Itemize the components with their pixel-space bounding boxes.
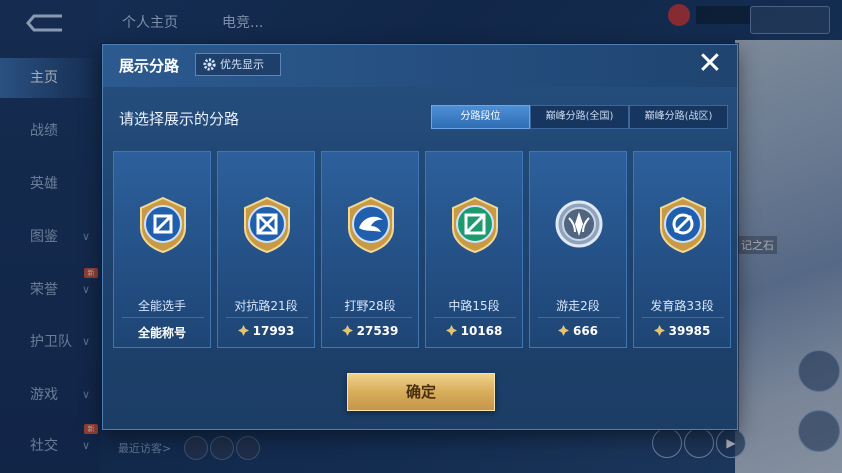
- divider: [642, 317, 724, 318]
- priority-display-button[interactable]: 优先显示: [195, 53, 281, 76]
- lane-name: 发育路33段: [650, 299, 714, 313]
- lane-score: 666: [530, 324, 626, 338]
- gear-icon: [202, 57, 217, 72]
- rank-points-icon: [445, 325, 457, 336]
- lane-card-roam[interactable]: 游走2段 666: [529, 151, 627, 348]
- dialog-header: 展示分路 优先显示 ✕: [103, 45, 737, 87]
- lane-score: 全能称号: [137, 326, 186, 340]
- lane-card-mid[interactable]: 中路15段 10168: [425, 151, 523, 348]
- divider: [538, 317, 620, 318]
- divider: [122, 317, 204, 318]
- tab-peak-region[interactable]: 巅峰分路(战区): [629, 105, 728, 129]
- lane-display-dialog: 展示分路 优先显示 ✕ 请选择展示的分路 分路段位 巅峰分路(全国) 巅峰分路(…: [102, 44, 738, 430]
- lane-score: 17993: [218, 324, 314, 338]
- lane-name: 对抗路21段: [234, 299, 298, 313]
- rank-points-icon: [341, 325, 353, 336]
- divider: [434, 317, 516, 318]
- lane-name: 中路15段: [448, 299, 500, 313]
- lane-card-clash[interactable]: 对抗路21段 17993: [217, 151, 315, 348]
- lane-card-all-round[interactable]: 全能选手 全能称号: [113, 151, 211, 348]
- dialog-title: 展示分路: [119, 57, 180, 75]
- tab-peak-national[interactable]: 巅峰分路(全国): [530, 105, 629, 129]
- all-round-emblem-icon: [133, 194, 193, 254]
- close-icon[interactable]: ✕: [695, 49, 725, 79]
- lane-score: 39985: [634, 324, 730, 338]
- lane-name: 游走2段: [556, 299, 600, 313]
- roam-emblem-icon: [549, 194, 609, 254]
- rank-points-icon: [557, 325, 569, 336]
- farm-lane-emblem-icon: [653, 194, 713, 254]
- dialog-subtitle: 请选择展示的分路: [119, 110, 240, 128]
- clash-lane-emblem-icon: [237, 194, 297, 254]
- priority-display-label: 优先显示: [220, 58, 264, 71]
- lane-card-jungle[interactable]: 打野28段 27539: [321, 151, 419, 348]
- lane-name: 打野28段: [344, 299, 396, 313]
- lane-name: 全能选手: [137, 299, 186, 313]
- tab-lane-rank[interactable]: 分路段位: [431, 105, 530, 129]
- mid-lane-emblem-icon: [445, 194, 505, 254]
- jungle-emblem-icon: [341, 194, 401, 254]
- divider: [330, 317, 412, 318]
- divider: [226, 317, 308, 318]
- lane-card-farm[interactable]: 发育路33段 39985: [633, 151, 731, 348]
- lane-score: 10168: [426, 324, 522, 338]
- rank-points-icon: [653, 325, 665, 336]
- confirm-button[interactable]: 确定: [347, 373, 495, 411]
- rank-points-icon: [237, 325, 249, 336]
- lane-score: 27539: [322, 324, 418, 338]
